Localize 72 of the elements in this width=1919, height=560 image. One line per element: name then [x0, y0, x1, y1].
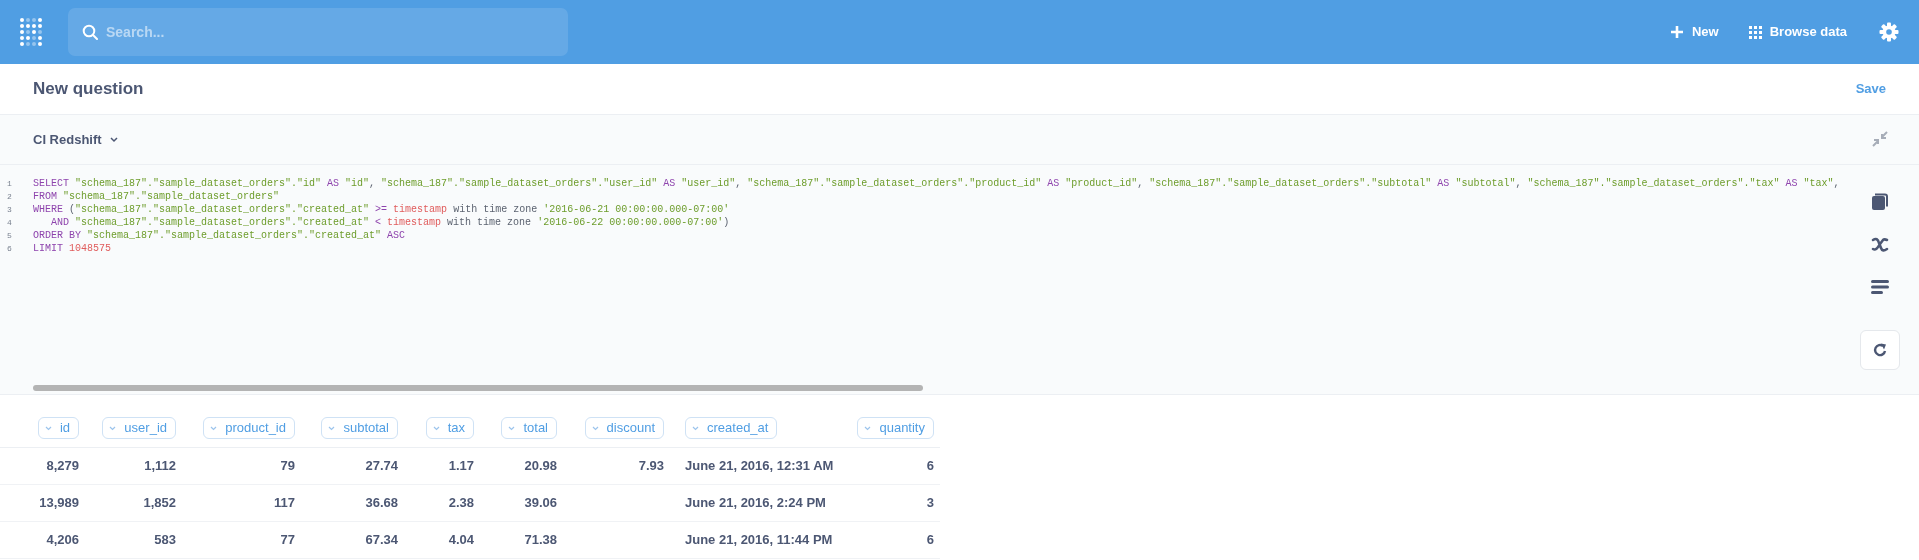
column-header[interactable]: discount	[584, 417, 664, 439]
table-cell: 36.68	[365, 495, 398, 511]
line-number: 4	[6, 217, 13, 229]
code-line: AND "schema_187"."sample_dataset_orders"."created_at" < timestamp with time zone '2016-06-22 00:00:00.000-07:00')	[50, 217, 730, 228]
line-number: 5	[6, 230, 13, 242]
book-icon[interactable]	[1871, 193, 1889, 211]
table-cell: June 21, 2016, 11:44 PM	[685, 532, 833, 548]
table-cell: 1.17	[448, 458, 474, 474]
table-cell: June 21, 2016, 12:31 AM	[685, 458, 834, 474]
table-cell: 79	[280, 458, 295, 474]
column-header[interactable]: tax	[425, 417, 474, 439]
chevron-down-icon	[692, 425, 699, 431]
snippet-icon[interactable]	[1871, 280, 1889, 294]
column-header[interactable]: total	[501, 417, 557, 439]
code-line: SELECT "schema_187"."sample_dataset_orders"."id" AS "id", "schema_187"."sample_dataset_orders"."user_id" AS "user_id", "schema_187"."sample_dataset_orders"."product_id" AS "product_id", "schema_187"."sample_dataset_orders"."subtotal" AS "subtotal", "schema_187"."sample_dataset_orders"."tax" AS "tax",	[33, 178, 1840, 189]
column-header[interactable]: created_at	[685, 417, 778, 439]
table-cell: 7.93	[638, 458, 664, 474]
scrollbar[interactable]	[33, 385, 923, 391]
column-header[interactable]: quantity	[857, 417, 934, 439]
table-cell: 39.06	[524, 495, 557, 511]
search-icon	[82, 24, 98, 40]
code-line: ORDER BY "schema_187"."sample_dataset_orders"."created_at" ASC	[33, 230, 406, 241]
column-header[interactable]: product_id	[203, 417, 295, 439]
table-cell: 1,112	[144, 458, 176, 474]
table-cell: 77	[280, 532, 295, 548]
chevron-down-icon	[432, 425, 440, 431]
table-cell: 6	[926, 532, 934, 548]
line-number: 3	[6, 204, 13, 216]
chevron-down-icon	[328, 425, 336, 431]
chevron-down-icon	[210, 425, 218, 431]
database-selector[interactable]: CI Redshift	[33, 129, 118, 150]
column-header[interactable]: user_id	[102, 417, 176, 439]
grid-icon	[1748, 25, 1762, 39]
settings-icon[interactable]	[1879, 22, 1899, 42]
code-line: LIMIT 1048575	[33, 243, 112, 254]
chevron-down-icon	[109, 136, 118, 143]
table-cell: 67.34	[365, 532, 398, 548]
table-cell: 8,279	[46, 458, 79, 474]
line-number: 2	[6, 191, 13, 203]
chevron-down-icon	[864, 425, 872, 431]
save-link[interactable]: Save	[1855, 79, 1886, 99]
table-cell: 583	[154, 532, 176, 548]
column-header[interactable]: subtotal	[321, 417, 398, 439]
code-line: FROM "schema_187"."sample_dataset_orders"	[33, 191, 280, 202]
variable-icon[interactable]	[1871, 236, 1889, 252]
table-cell: 3	[926, 495, 934, 511]
table-cell: 27.74	[365, 458, 398, 474]
nav-button[interactable]: New	[1669, 22, 1719, 42]
column-header[interactable]: id	[37, 417, 79, 439]
code-line: WHERE ("schema_187"."sample_dataset_orders"."created_at" >= timestamp with time zone '2016-06-21 00:00:00.000-07:00'	[33, 204, 730, 215]
line-number: 1	[6, 178, 13, 190]
table-cell: 4.04	[448, 532, 474, 548]
line-number: 6	[6, 243, 13, 255]
chevron-down-icon	[44, 425, 52, 431]
table-cell: 4,206	[46, 532, 79, 548]
table-cell: 117	[274, 495, 295, 511]
table-cell: 1,852	[143, 495, 176, 511]
nav-button[interactable]: Browse data	[1748, 22, 1847, 42]
table-cell: 20.98	[524, 458, 557, 474]
chevron-down-icon	[591, 425, 599, 431]
table-cell: June 21, 2016, 2:24 PM	[685, 495, 826, 511]
table-cell: 13,989	[39, 495, 79, 511]
refresh-icon	[1872, 342, 1888, 358]
question-title: New question	[33, 78, 144, 101]
table-cell: 2.38	[448, 495, 474, 511]
chevron-down-icon	[109, 425, 117, 431]
table-cell: 6	[926, 458, 934, 474]
table-cell: 71.38	[524, 532, 557, 548]
plus-icon	[1669, 25, 1684, 39]
refresh-button[interactable]	[1860, 330, 1900, 370]
chevron-down-icon	[508, 425, 516, 431]
logo-icon[interactable]	[20, 17, 42, 47]
